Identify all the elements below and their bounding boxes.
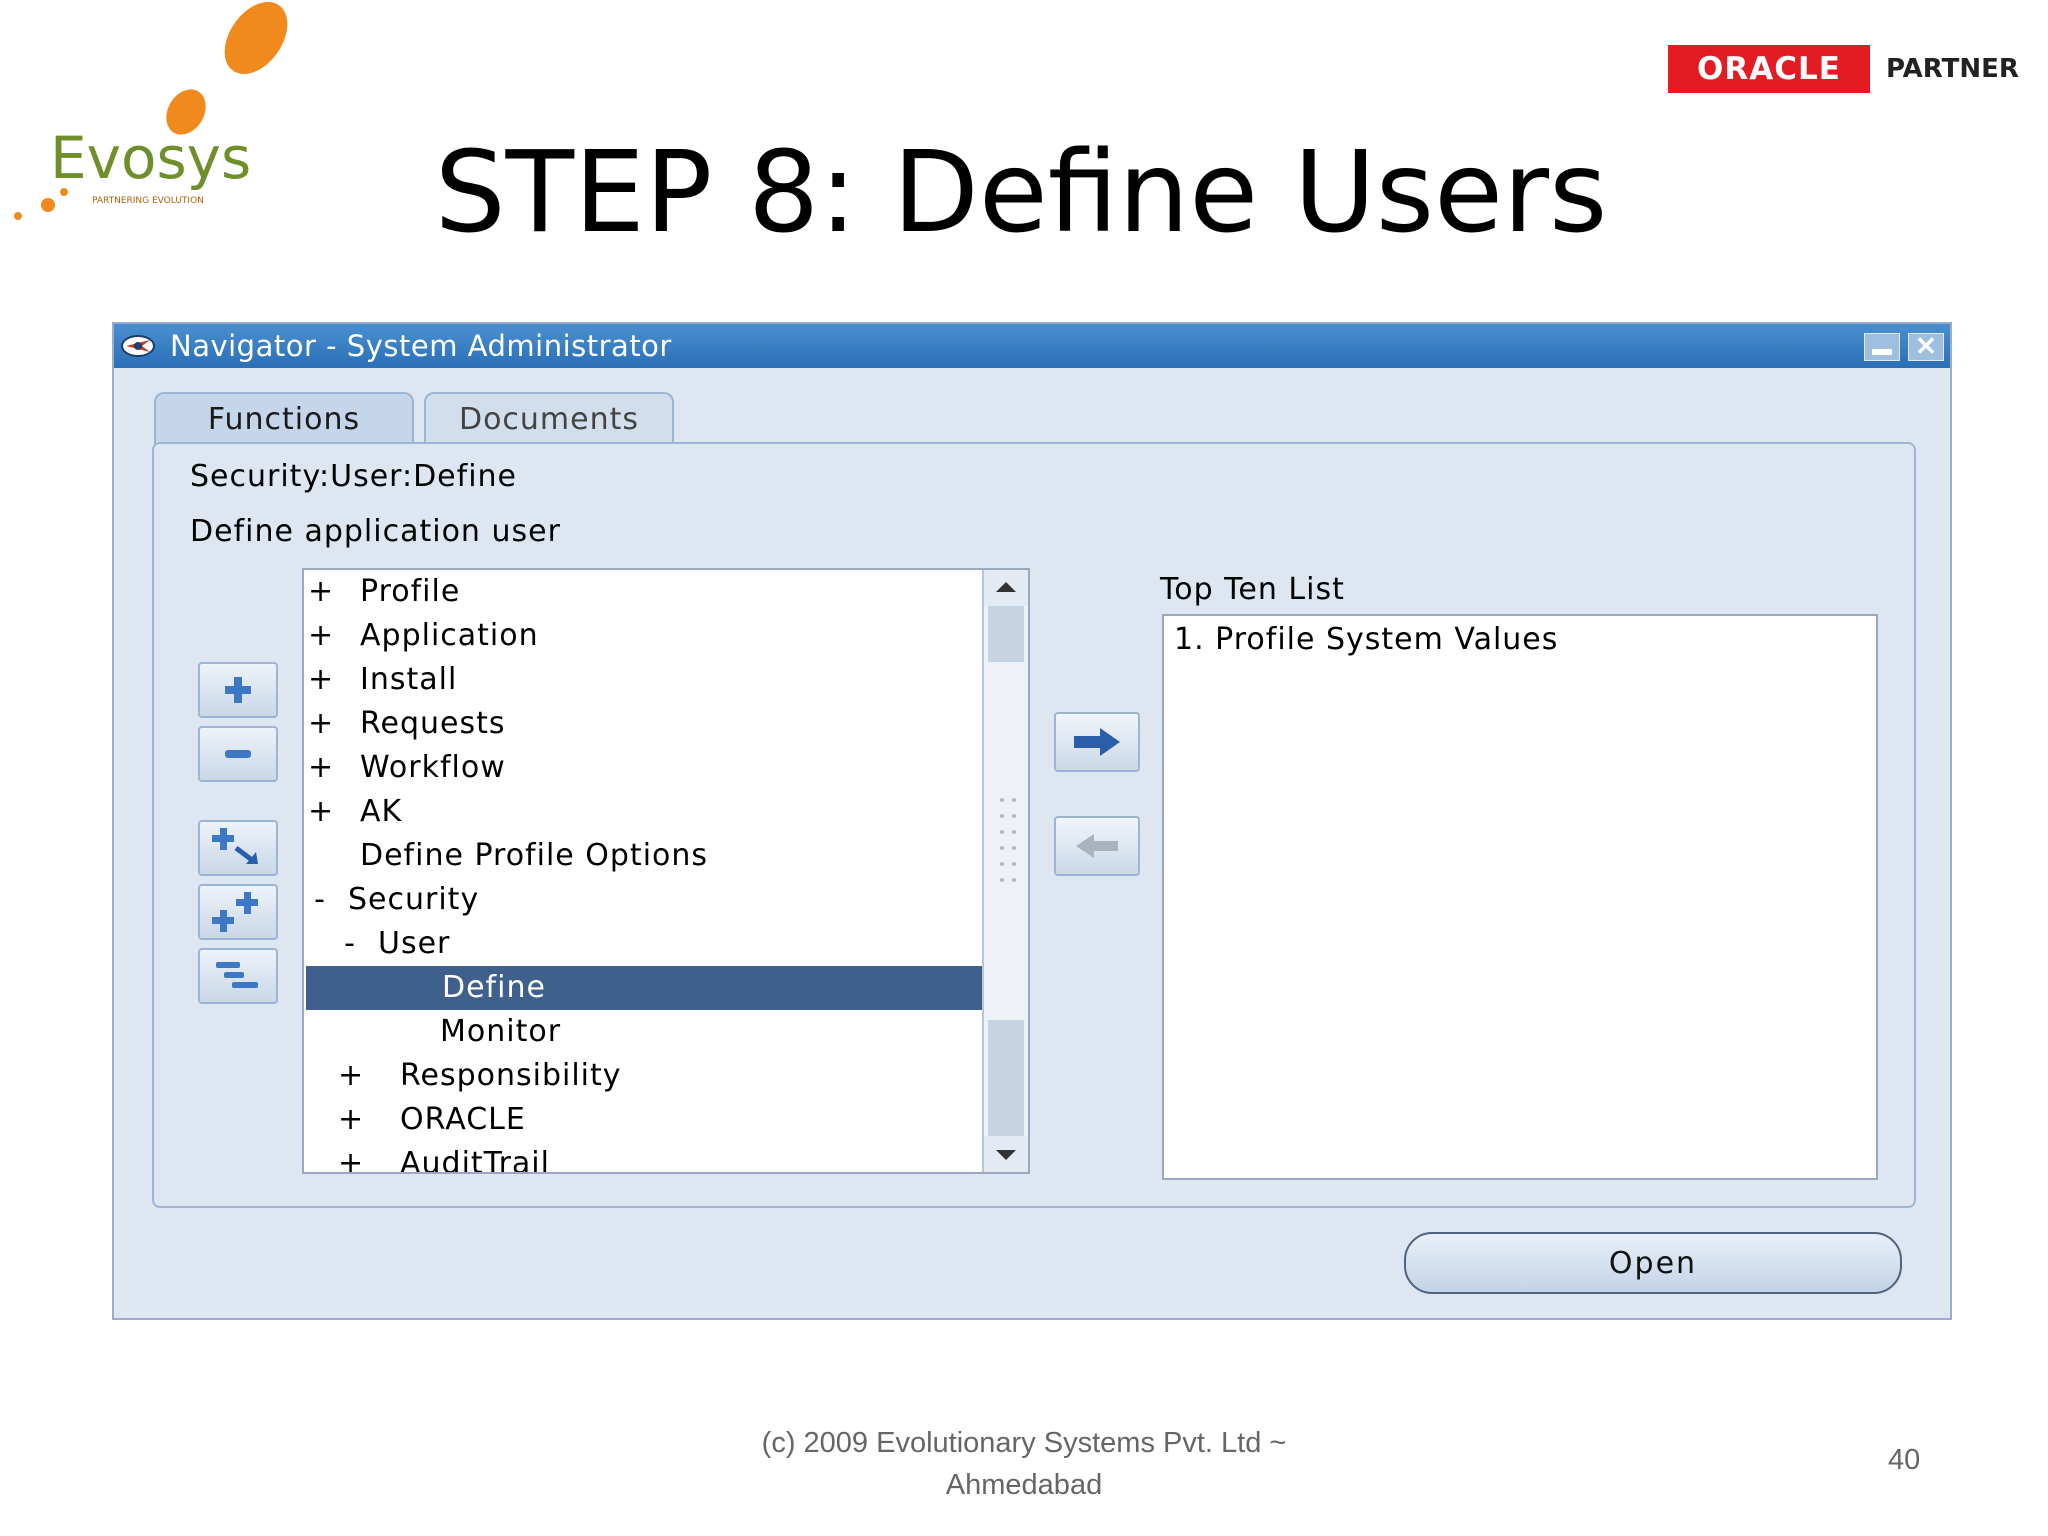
navigator-window: Navigator - System Administrator ✕ Funct… — [112, 322, 1952, 1320]
tree-items: + Profile + Application + Install + Requests + Wo… — [304, 570, 984, 1174]
expand-all-button[interactable] — [198, 884, 278, 940]
minus-icon — [225, 750, 251, 758]
tree-item[interactable]: - Security — [304, 878, 984, 922]
tab-functions[interactable]: Functions — [154, 392, 414, 444]
remove-from-top-ten-button[interactable] — [1054, 816, 1140, 876]
close-icon[interactable]: ✕ — [1908, 333, 1944, 361]
tree-item-label: ORACLE — [400, 1102, 526, 1137]
expand-branch-button[interactable] — [198, 820, 278, 876]
tree-item-label: Install — [360, 662, 458, 697]
expand-marker-icon[interactable]: + — [308, 658, 333, 702]
top-ten-list[interactable]: 1. Profile System Values — [1162, 614, 1878, 1180]
tab-documents[interactable]: Documents — [424, 392, 674, 444]
arrow-right-icon — [1074, 728, 1120, 756]
expand-marker-icon[interactable]: + — [308, 614, 333, 658]
expand-button[interactable] — [198, 662, 278, 718]
tree-item-label: Requests — [360, 706, 506, 741]
expand-marker-icon[interactable]: + — [308, 702, 333, 746]
tree-item-label: User — [378, 926, 451, 961]
tree-item[interactable]: + Install — [304, 658, 984, 702]
plus-icon — [225, 677, 251, 703]
window-titlebar[interactable]: Navigator - System Administrator ✕ — [114, 324, 1950, 368]
tree-item[interactable]: + Application — [304, 614, 984, 658]
expand-marker-icon[interactable]: + — [308, 746, 333, 790]
expand-branch-icon — [212, 828, 258, 864]
tree-item[interactable]: - User — [304, 922, 984, 966]
tree-item-label: Monitor — [440, 1014, 562, 1049]
collapse-all-icon — [216, 962, 258, 988]
tree-item-label: Define — [442, 970, 546, 1005]
tree-item-label: AuditTrail — [400, 1146, 550, 1174]
tree-item-label: Workflow — [360, 750, 506, 785]
partner-label: PARTNER — [1886, 54, 2019, 84]
window-title: Navigator - System Administrator — [170, 329, 672, 363]
top-ten-item[interactable]: 1. Profile System Values — [1174, 622, 1558, 657]
tree-item[interactable]: Define Profile Options — [304, 834, 984, 878]
tree-item[interactable]: + Workflow — [304, 746, 984, 790]
tree-item[interactable]: + Responsibility — [304, 1054, 984, 1098]
scroll-up-icon[interactable] — [984, 570, 1028, 606]
slide-title: STEP 8: Define Users — [434, 128, 1608, 258]
tree-item-label: Application — [360, 618, 539, 653]
collapse-all-button[interactable] — [198, 948, 278, 1004]
tree-item-label: Security — [348, 882, 480, 917]
tree-item-selected[interactable]: Define — [306, 966, 984, 1010]
function-description: Define application user — [190, 514, 561, 549]
expand-marker-icon[interactable]: + — [308, 570, 333, 614]
functions-tree[interactable]: + Profile + Application + Install + Requests + Wo… — [302, 568, 1030, 1174]
expand-marker-icon[interactable]: + — [338, 1098, 363, 1142]
tree-item[interactable]: + AuditTrail — [304, 1142, 984, 1174]
tree-item-label: AK — [360, 794, 403, 829]
oracle-partner-logo: ORACLE PARTNER — [1668, 45, 2019, 93]
tree-item[interactable]: + ORACLE — [304, 1098, 984, 1142]
function-path: Security:User:Define — [190, 459, 518, 494]
add-to-top-ten-button[interactable] — [1054, 712, 1140, 772]
expand-marker-icon[interactable]: + — [308, 790, 333, 834]
scroll-down-icon[interactable] — [984, 1136, 1028, 1172]
tree-item[interactable]: + Requests — [304, 702, 984, 746]
oracle-wordmark: ORACLE — [1668, 45, 1870, 93]
page-number: 40 — [1888, 1444, 1921, 1476]
scroll-track[interactable] — [988, 1020, 1024, 1136]
collapse-marker-icon[interactable]: - — [338, 922, 362, 966]
footer-copyright: (c) 2009 Evolutionary Systems Pvt. Ltd ~ — [761, 1427, 1287, 1459]
arrow-left-icon — [1076, 834, 1118, 858]
collapse-button[interactable] — [198, 726, 278, 782]
tree-item[interactable]: Monitor — [304, 1010, 984, 1054]
slide-footer: (c) 2009 Evolutionary Systems Pvt. Ltd ~… — [724, 1422, 1324, 1506]
tree-item-label: Responsibility — [400, 1058, 622, 1093]
top-ten-label: Top Ten List — [1160, 572, 1345, 607]
navigator-app-icon — [121, 335, 155, 357]
expand-all-icon — [212, 892, 258, 932]
tree-item[interactable]: + Profile — [304, 570, 984, 614]
tree-item[interactable]: + AK — [304, 790, 984, 834]
splitter-grip-icon[interactable] — [994, 792, 1024, 892]
tree-item-label: Profile — [360, 574, 461, 609]
expand-marker-icon[interactable]: + — [338, 1142, 363, 1172]
expand-marker-icon[interactable]: + — [338, 1054, 363, 1098]
footer-location: Ahmedabad — [945, 1469, 1103, 1501]
tree-item-label: Define Profile Options — [360, 838, 709, 873]
collapse-marker-icon[interactable]: - — [308, 878, 332, 922]
open-button[interactable]: Open — [1404, 1232, 1902, 1294]
minimize-icon[interactable] — [1864, 333, 1900, 361]
scroll-thumb[interactable] — [988, 606, 1024, 662]
